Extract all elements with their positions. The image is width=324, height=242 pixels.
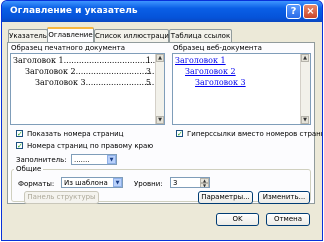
print-preview-scrollbar[interactable]: ▲ ▼ bbox=[155, 54, 164, 124]
formats-select[interactable]: Из шаблона ▼ bbox=[61, 177, 123, 188]
print-preview: Заголовок 1.............................… bbox=[10, 53, 165, 125]
entry-text: Заголовок 2.............................… bbox=[25, 67, 165, 76]
levels-value: 3 bbox=[173, 179, 178, 187]
parameters-button[interactable]: Параметры... bbox=[198, 191, 253, 204]
close-button[interactable]: × bbox=[303, 4, 318, 19]
scroll-down-icon[interactable]: ▼ bbox=[156, 116, 164, 124]
web-preview-scrollbar[interactable]: ▲ ▼ bbox=[300, 54, 310, 124]
chevron-down-icon[interactable]: ▼ bbox=[107, 155, 116, 164]
print-preview-entry-1: Заголовок 1.............................… bbox=[13, 56, 160, 65]
web-preview: Заголовок 1 Заголовок 2 Заголовок 3 ▲ ▼ bbox=[172, 53, 311, 125]
leader-value: ....... bbox=[74, 156, 90, 164]
entry-page: 3 bbox=[145, 67, 151, 76]
print-preview-entry-2: Заголовок 2.............................… bbox=[25, 67, 164, 76]
scroll-down-icon[interactable]: ▼ bbox=[301, 116, 309, 124]
align-right-label: Номера страниц по правому краю bbox=[27, 142, 154, 150]
tab-panel: Образец печатного документа Заголовок 1.… bbox=[7, 42, 322, 204]
tab-index[interactable]: Указатель bbox=[8, 29, 48, 42]
print-preview-entry-3: Заголовок 3.............................… bbox=[35, 78, 164, 87]
tab-authorities[interactable]: Таблица ссылок bbox=[169, 29, 232, 42]
hyperlinks-checkbox[interactable]: ✓ bbox=[176, 130, 183, 138]
dialog-window: Оглавление и указатель ? × Указатель Огл… bbox=[1, 0, 323, 241]
show-page-numbers-label: Показать номера страниц bbox=[27, 130, 124, 138]
web-preview-link-3[interactable]: Заголовок 3 bbox=[195, 78, 246, 87]
chevron-down-icon[interactable]: ▼ bbox=[113, 178, 122, 187]
title-bar: Оглавление и указатель ? × bbox=[2, 1, 322, 22]
entry-page: 5 bbox=[145, 78, 151, 87]
levels-spinner[interactable]: 3 ▲ ▼ bbox=[170, 177, 210, 188]
help-button[interactable]: ? bbox=[286, 4, 301, 19]
spin-down-icon[interactable]: ▼ bbox=[200, 183, 209, 187]
show-page-numbers-checkbox[interactable]: ✓ bbox=[16, 130, 23, 138]
general-group-title: Общие bbox=[14, 165, 44, 173]
window-title: Оглавление и указатель bbox=[10, 6, 138, 16]
tab-illustrations[interactable]: Список иллюстраций bbox=[94, 29, 174, 42]
formats-label: Форматы: bbox=[18, 180, 55, 188]
leader-select[interactable]: ....... ▼ bbox=[71, 154, 117, 165]
web-preview-label: Образец веб-документа bbox=[173, 44, 262, 52]
hyperlinks-label: Гиперссылки вместо номеров страниц bbox=[187, 130, 323, 138]
entry-page: 1 bbox=[145, 56, 151, 65]
leader-label: Заполнитель: bbox=[16, 156, 67, 164]
levels-label: Уровни: bbox=[134, 180, 163, 188]
ok-button[interactable]: OK bbox=[216, 213, 259, 226]
print-preview-label: Образец печатного документа bbox=[11, 44, 126, 52]
scroll-up-icon[interactable]: ▲ bbox=[301, 54, 309, 62]
outline-toolbar-button[interactable]: Панель структуры bbox=[24, 191, 99, 204]
web-preview-link-1[interactable]: Заголовок 1 bbox=[175, 56, 226, 65]
web-preview-link-2[interactable]: Заголовок 2 bbox=[185, 67, 236, 76]
formats-value: Из шаблона bbox=[64, 179, 108, 187]
tab-toc[interactable]: Оглавление bbox=[47, 27, 94, 42]
levels-spin-buttons[interactable]: ▲ ▼ bbox=[200, 178, 209, 187]
entry-text: Заголовок 1.............................… bbox=[13, 56, 161, 65]
scroll-up-icon[interactable]: ▲ bbox=[156, 54, 164, 62]
cancel-button[interactable]: Отмена bbox=[266, 213, 310, 226]
modify-button[interactable]: Изменить... bbox=[258, 191, 310, 204]
align-right-checkbox[interactable]: ✓ bbox=[16, 142, 23, 150]
